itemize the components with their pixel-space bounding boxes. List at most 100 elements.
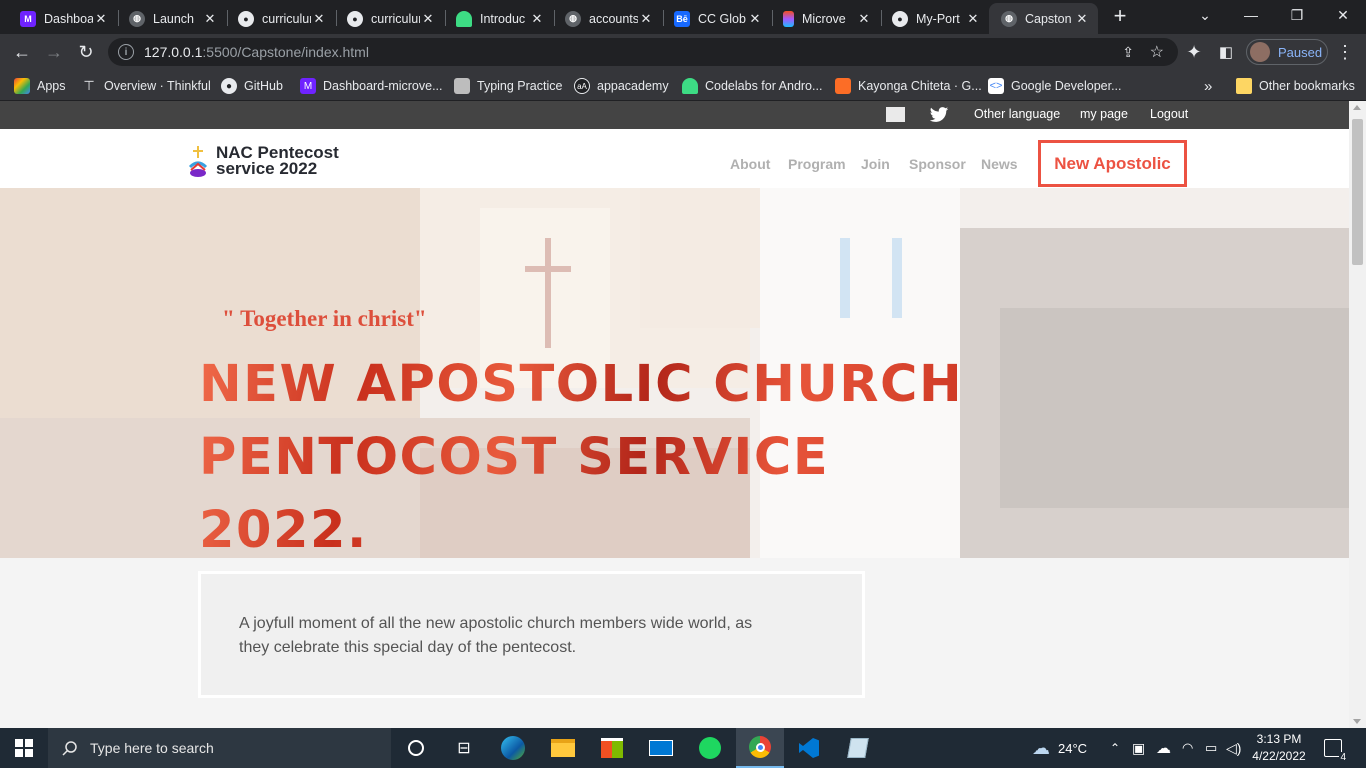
nav-join[interactable]: Join xyxy=(861,156,890,172)
close-icon[interactable]: ✕ xyxy=(965,11,981,27)
mail-icon[interactable] xyxy=(637,728,685,768)
scroll-up-icon[interactable] xyxy=(1353,105,1361,110)
tab-search-icon[interactable]: ⌄ xyxy=(1182,0,1228,30)
logout-link[interactable]: Logout xyxy=(1150,107,1188,121)
close-icon[interactable]: ✕ xyxy=(93,11,109,27)
system-clock[interactable]: 3:13 PM 4/22/2022 xyxy=(1244,731,1314,765)
github-icon: ● xyxy=(892,10,908,27)
close-icon[interactable]: ✕ xyxy=(1074,11,1090,27)
show-hidden-icons[interactable]: ⌃ xyxy=(1110,728,1120,768)
scrollbar-thumb[interactable] xyxy=(1352,119,1363,265)
new-tab-button[interactable]: + xyxy=(1108,5,1132,29)
close-icon[interactable]: ✕ xyxy=(638,11,654,27)
close-icon[interactable]: ✕ xyxy=(311,11,327,27)
nav-sponsor[interactable]: Sponsor xyxy=(909,156,966,172)
forward-icon[interactable]: → xyxy=(41,39,67,65)
top-utility-bar: Other language my page Logout xyxy=(0,101,1349,129)
appacademy-icon: aA xyxy=(574,78,590,94)
facebook-icon[interactable] xyxy=(886,107,905,122)
minimize-button[interactable]: — xyxy=(1228,0,1274,30)
scroll-down-icon[interactable] xyxy=(1353,719,1361,724)
close-window-button[interactable]: ✕ xyxy=(1320,0,1366,30)
start-button[interactable] xyxy=(0,728,48,768)
extensions-icon[interactable]: ✦ xyxy=(1181,39,1207,65)
tab-capstone[interactable]: ◍ Capston ✕ xyxy=(989,3,1098,34)
bookmark-star-icon[interactable]: ☆ xyxy=(1150,42,1164,62)
meet-now-icon[interactable]: ▣ xyxy=(1132,728,1145,768)
tab-dashboard[interactable]: M Dashboard ✕ xyxy=(8,3,117,34)
site-info-icon[interactable]: i xyxy=(118,44,134,60)
bookmark-appacademy[interactable]: aA appacademy xyxy=(574,76,669,96)
edge-icon[interactable] xyxy=(489,728,537,768)
onedrive-icon[interactable]: ☁ xyxy=(1156,728,1171,768)
task-view-icon[interactable]: ⊟ xyxy=(440,728,488,768)
twitter-icon[interactable] xyxy=(928,105,950,125)
bookmark-dashboard-microverse[interactable]: M Dashboard-microve... xyxy=(300,76,443,96)
bookmark-codelabs[interactable]: Codelabs for Andro... xyxy=(682,76,822,96)
notifications-button[interactable]: 4 xyxy=(1324,728,1347,768)
bookmark-google-developer[interactable]: <> Google Developer... xyxy=(988,76,1122,96)
profile-button[interactable]: Paused xyxy=(1246,39,1328,65)
close-icon[interactable]: ✕ xyxy=(202,11,218,27)
reload-icon[interactable]: ↻ xyxy=(73,39,99,65)
site-logo-text[interactable]: NAC Pentecost service 2022 xyxy=(216,144,339,177)
store-icon[interactable] xyxy=(588,728,636,768)
volume-icon[interactable]: ◁) xyxy=(1226,728,1241,768)
file-explorer-icon[interactable] xyxy=(539,728,587,768)
bookmark-typing-practice[interactable]: Typing Practice xyxy=(454,76,562,96)
taskbar-search[interactable]: Type here to search xyxy=(48,728,391,768)
cortana-icon[interactable] xyxy=(392,728,440,768)
address-bar[interactable]: i 127.0.0.1:5500/Capstone/index.html ⇪ ☆ xyxy=(108,38,1178,66)
tab-title: accounts xyxy=(589,11,638,26)
bookmark-github[interactable]: ● GitHub xyxy=(221,76,283,96)
globe-icon: ◍ xyxy=(129,10,145,27)
android-icon xyxy=(456,10,472,27)
church-logo-icon[interactable] xyxy=(188,145,208,179)
my-page-link[interactable]: my page xyxy=(1080,107,1128,121)
close-icon[interactable]: ✕ xyxy=(856,11,872,27)
bookmark-thinkful[interactable]: ⊤ Overview · Thinkful xyxy=(81,76,211,96)
new-apostolic-button[interactable]: New Apostolic xyxy=(1038,140,1187,187)
close-icon[interactable]: ✕ xyxy=(529,11,545,27)
tab-introduc[interactable]: Introduc ✕ xyxy=(444,3,553,34)
close-icon[interactable]: ✕ xyxy=(420,11,436,27)
nav-about[interactable]: About xyxy=(730,156,770,172)
bookmark-apps[interactable]: Apps xyxy=(14,76,66,96)
page-scrollbar[interactable] xyxy=(1349,101,1366,728)
globe-icon: ◍ xyxy=(1001,10,1017,27)
figma-icon xyxy=(783,10,794,27)
tab-launch[interactable]: ◍ Launch ✕ xyxy=(117,3,226,34)
bookmarks-overflow-button[interactable]: » xyxy=(1204,76,1212,96)
share-icon[interactable]: ⇪ xyxy=(1122,44,1134,61)
windows-taskbar: Type here to search ⊟ ☁ 24°C ⌃ ▣ ☁ ◠ ▭ ◁… xyxy=(0,728,1366,768)
weather-widget[interactable]: ☁ 24°C xyxy=(1032,728,1087,768)
battery-icon[interactable]: ▭ xyxy=(1205,728,1217,768)
notepad-icon[interactable] xyxy=(834,728,882,768)
menu-kebab-icon[interactable]: ⋮ xyxy=(1332,39,1358,65)
typing-icon xyxy=(454,78,470,94)
bookmark-gitlab[interactable]: Kayonga Chiteta · G... xyxy=(835,76,982,96)
tab-my-port[interactable]: ● My-Port ✕ xyxy=(880,3,989,34)
nav-news[interactable]: News xyxy=(981,156,1018,172)
tab-curriculum-1[interactable]: ● curriculum ✕ xyxy=(226,3,335,34)
back-icon[interactable]: ← xyxy=(9,39,35,65)
nav-program[interactable]: Program xyxy=(788,156,846,172)
restore-button[interactable]: ❐ xyxy=(1274,0,1320,30)
intro-box: A joyfull moment of all the new apostoli… xyxy=(198,571,865,698)
tab-microve[interactable]: Microve ✕ xyxy=(771,3,880,34)
tab-title: Launch xyxy=(153,11,195,26)
side-panel-icon[interactable]: ◧ xyxy=(1213,39,1239,65)
tab-cc-glob[interactable]: Bē CC Glob ✕ xyxy=(662,3,771,34)
other-bookmarks-folder[interactable]: Other bookmarks xyxy=(1236,76,1355,96)
tab-curriculum-2[interactable]: ● curriculum ✕ xyxy=(335,3,444,34)
github-icon: ● xyxy=(221,78,237,94)
other-language-link[interactable]: Other language xyxy=(974,107,1060,121)
close-icon[interactable]: ✕ xyxy=(747,11,763,27)
vscode-icon[interactable] xyxy=(785,728,833,768)
spotify-icon[interactable] xyxy=(686,728,734,768)
tab-strip: M Dashboard ✕ ◍ Launch ✕ ● curriculum ✕ … xyxy=(0,0,1366,34)
site-header: NAC Pentecost service 2022 About Program… xyxy=(0,129,1349,188)
wifi-icon[interactable]: ◠ xyxy=(1182,728,1193,768)
tab-accounts[interactable]: ◍ accounts ✕ xyxy=(553,3,662,34)
chrome-icon[interactable] xyxy=(736,728,784,768)
